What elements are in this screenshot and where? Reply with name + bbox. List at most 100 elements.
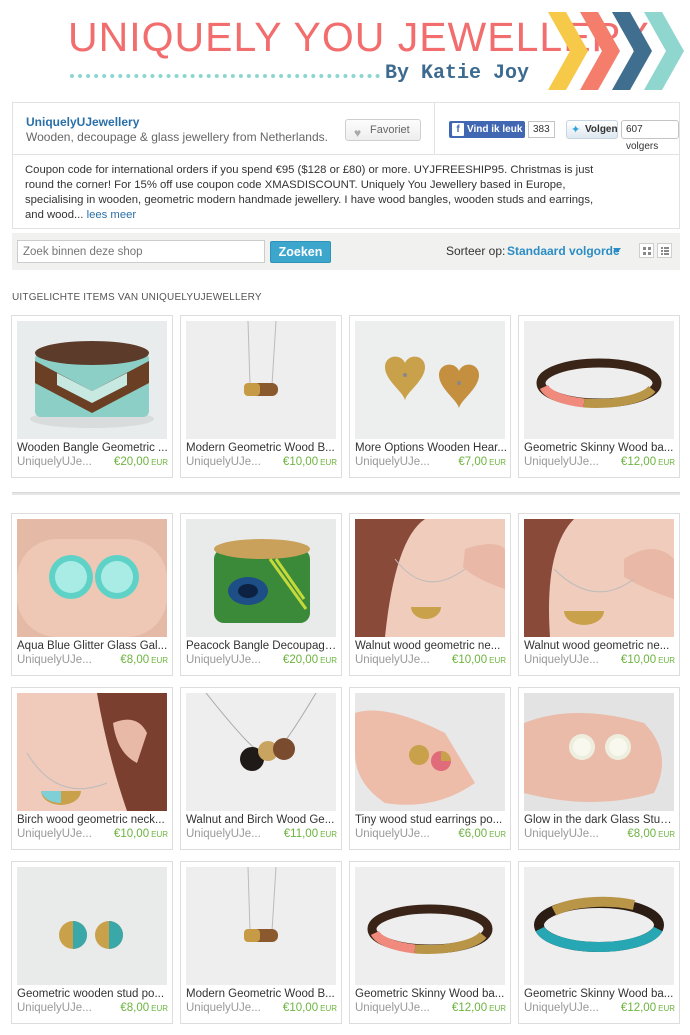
listing-card[interactable]: Aqua Blue Glitter Glass Gal... UniquelyU…	[11, 513, 173, 676]
listing-image[interactable]	[17, 867, 167, 985]
divider	[434, 103, 435, 155]
listing-image[interactable]	[186, 321, 336, 439]
listing-shop-name[interactable]: UniquelyUJe...	[17, 828, 107, 840]
listing-shop-name[interactable]: UniquelyUJe...	[17, 654, 107, 666]
twitter-follow-button[interactable]: ✦ Volgen	[566, 120, 618, 139]
listing-price: €20,00 EUR	[114, 456, 168, 468]
listing-title[interactable]: Geometric Skinny Wood ba...	[355, 988, 507, 1000]
facebook-like-button[interactable]: f Vind ik leuk	[449, 121, 525, 138]
listing-title[interactable]: Glow in the dark Glass Stud...	[524, 814, 676, 826]
listing-title[interactable]: Geometric Skinny Wood ba...	[524, 442, 676, 454]
search-button[interactable]: Zoeken	[270, 241, 331, 263]
price-value: €20,00	[282, 654, 319, 666]
currency: EUR	[658, 830, 675, 839]
listing-shop-name[interactable]: UniquelyUJe...	[524, 1002, 614, 1014]
listing-shop-name[interactable]: UniquelyUJe...	[186, 828, 276, 840]
shop-name-link[interactable]: UniquelyUJewellery	[26, 115, 139, 129]
listing-shop-name[interactable]: UniquelyUJe...	[186, 1002, 276, 1014]
listing-shop-name[interactable]: UniquelyUJe...	[355, 828, 445, 840]
listing-card[interactable]: Birch wood geometric neck... UniquelyUJe…	[11, 687, 173, 850]
listing-shop-name[interactable]: UniquelyUJe...	[524, 828, 614, 840]
listing-image[interactable]	[355, 867, 505, 985]
read-more-link[interactable]: lees meer	[87, 209, 137, 221]
listing-title[interactable]: Peacock Bangle Decoupage...	[186, 640, 338, 652]
listing-shop-name[interactable]: UniquelyUJe...	[186, 654, 276, 666]
listing-title[interactable]: Birch wood geometric neck...	[17, 814, 169, 826]
listing-card[interactable]: Wooden Bangle Geometric ... UniquelyUJe.…	[11, 315, 173, 478]
price-value: €12,00	[620, 1002, 657, 1014]
currency: EUR	[489, 1004, 506, 1013]
listing-shop-name[interactable]: UniquelyUJe...	[17, 1002, 107, 1014]
listing-shop-name[interactable]: UniquelyUJe...	[355, 456, 445, 468]
listing-card[interactable]: Geometric Skinny Wood ba... UniquelyUJe.…	[349, 861, 511, 1024]
listing-image[interactable]	[186, 867, 336, 985]
listing-title[interactable]: Modern Geometric Wood B...	[186, 988, 338, 1000]
listing-card[interactable]: Geometric Skinny Wood ba... UniquelyUJe.…	[518, 315, 680, 478]
listing-image[interactable]	[355, 321, 505, 439]
price-value: €10,00	[620, 654, 657, 666]
listing-card[interactable]: Tiny wood stud earrings po... UniquelyUJ…	[349, 687, 511, 850]
favorite-button[interactable]: ♥ Favoriet	[345, 119, 421, 141]
listing-image[interactable]	[186, 693, 336, 811]
list-view-icon[interactable]	[657, 243, 672, 258]
listing-image[interactable]	[524, 867, 674, 985]
sort-dropdown[interactable]: Standaard volgorde	[507, 244, 620, 258]
sort-label: Sorteer op:	[446, 244, 506, 258]
listing-image[interactable]	[17, 693, 167, 811]
price-value: €10,00	[282, 456, 319, 468]
currency: EUR	[489, 458, 506, 467]
price-value: €8,00	[120, 1002, 150, 1014]
listing-title[interactable]: Walnut wood geometric ne...	[355, 640, 507, 652]
listing-title[interactable]: Tiny wood stud earrings po...	[355, 814, 507, 826]
currency: EUR	[489, 830, 506, 839]
listing-title[interactable]: Walnut wood geometric ne...	[524, 640, 676, 652]
listing-card[interactable]: Modern Geometric Wood B... UniquelyUJe..…	[180, 861, 342, 1024]
listing-card[interactable]: More Options Wooden Hear... UniquelyUJe.…	[349, 315, 511, 478]
listing-image[interactable]	[355, 519, 505, 637]
listing-image[interactable]	[17, 321, 167, 439]
listing-image[interactable]	[186, 519, 336, 637]
listing-card[interactable]: Geometric Skinny Wood ba... UniquelyUJe.…	[518, 861, 680, 1024]
listing-title[interactable]: More Options Wooden Hear...	[355, 442, 507, 454]
price-value: €12,00	[451, 1002, 488, 1014]
listing-card[interactable]: Glow in the dark Glass Stud... UniquelyU…	[518, 687, 680, 850]
listing-title[interactable]: Wooden Bangle Geometric ...	[17, 442, 169, 454]
listing-price: €6,00 EUR	[458, 828, 506, 840]
grid-view-icon[interactable]	[639, 243, 654, 258]
shop-tagline: Wooden, decoupage & glass jewellery from…	[26, 130, 328, 144]
listing-price: €8,00 EUR	[120, 654, 168, 666]
listing-shop-name[interactable]: UniquelyUJe...	[524, 654, 614, 666]
listing-card[interactable]: Walnut wood geometric ne... UniquelyUJe.…	[349, 513, 511, 676]
currency: EUR	[658, 656, 675, 665]
listing-title[interactable]: Geometric Skinny Wood ba...	[524, 988, 676, 1000]
currency: EUR	[151, 830, 168, 839]
currency: EUR	[151, 656, 168, 665]
listing-card[interactable]: Geometric wooden stud po... UniquelyUJe.…	[11, 861, 173, 1024]
listing-title[interactable]: Aqua Blue Glitter Glass Gal...	[17, 640, 169, 652]
heart-icon: ♥	[354, 126, 362, 140]
listing-image[interactable]	[17, 519, 167, 637]
listing-card[interactable]: Walnut wood geometric ne... UniquelyUJe.…	[518, 513, 680, 676]
listing-image[interactable]	[524, 519, 674, 637]
listing-title[interactable]: Geometric wooden stud po...	[17, 988, 169, 1000]
price-value: €10,00	[282, 1002, 319, 1014]
currency: EUR	[320, 830, 337, 839]
listing-shop-name[interactable]: UniquelyUJe...	[17, 456, 107, 468]
listing-shop-name[interactable]: UniquelyUJe...	[355, 654, 445, 666]
listing-image[interactable]	[355, 693, 505, 811]
search-input[interactable]	[17, 240, 265, 263]
currency: EUR	[489, 656, 506, 665]
listing-card[interactable]: Modern Geometric Wood B... UniquelyUJe..…	[180, 315, 342, 478]
caret-down-icon[interactable]	[613, 248, 621, 253]
listing-shop-name[interactable]: UniquelyUJe...	[186, 456, 276, 468]
listing-image[interactable]	[524, 321, 674, 439]
listing-title[interactable]: Walnut and Birch Wood Ge...	[186, 814, 338, 826]
listing-shop-name[interactable]: UniquelyUJe...	[355, 1002, 445, 1014]
twitter-follow-label: Volgen	[585, 124, 618, 135]
listing-image[interactable]	[524, 693, 674, 811]
listing-card[interactable]: Walnut and Birch Wood Ge... UniquelyUJe.…	[180, 687, 342, 850]
listing-shop-name[interactable]: UniquelyUJe...	[524, 456, 614, 468]
listing-title[interactable]: Modern Geometric Wood B...	[186, 442, 338, 454]
twitter-follower-count: 607 volgers	[621, 120, 679, 152]
listing-card[interactable]: Peacock Bangle Decoupage... UniquelyUJe.…	[180, 513, 342, 676]
